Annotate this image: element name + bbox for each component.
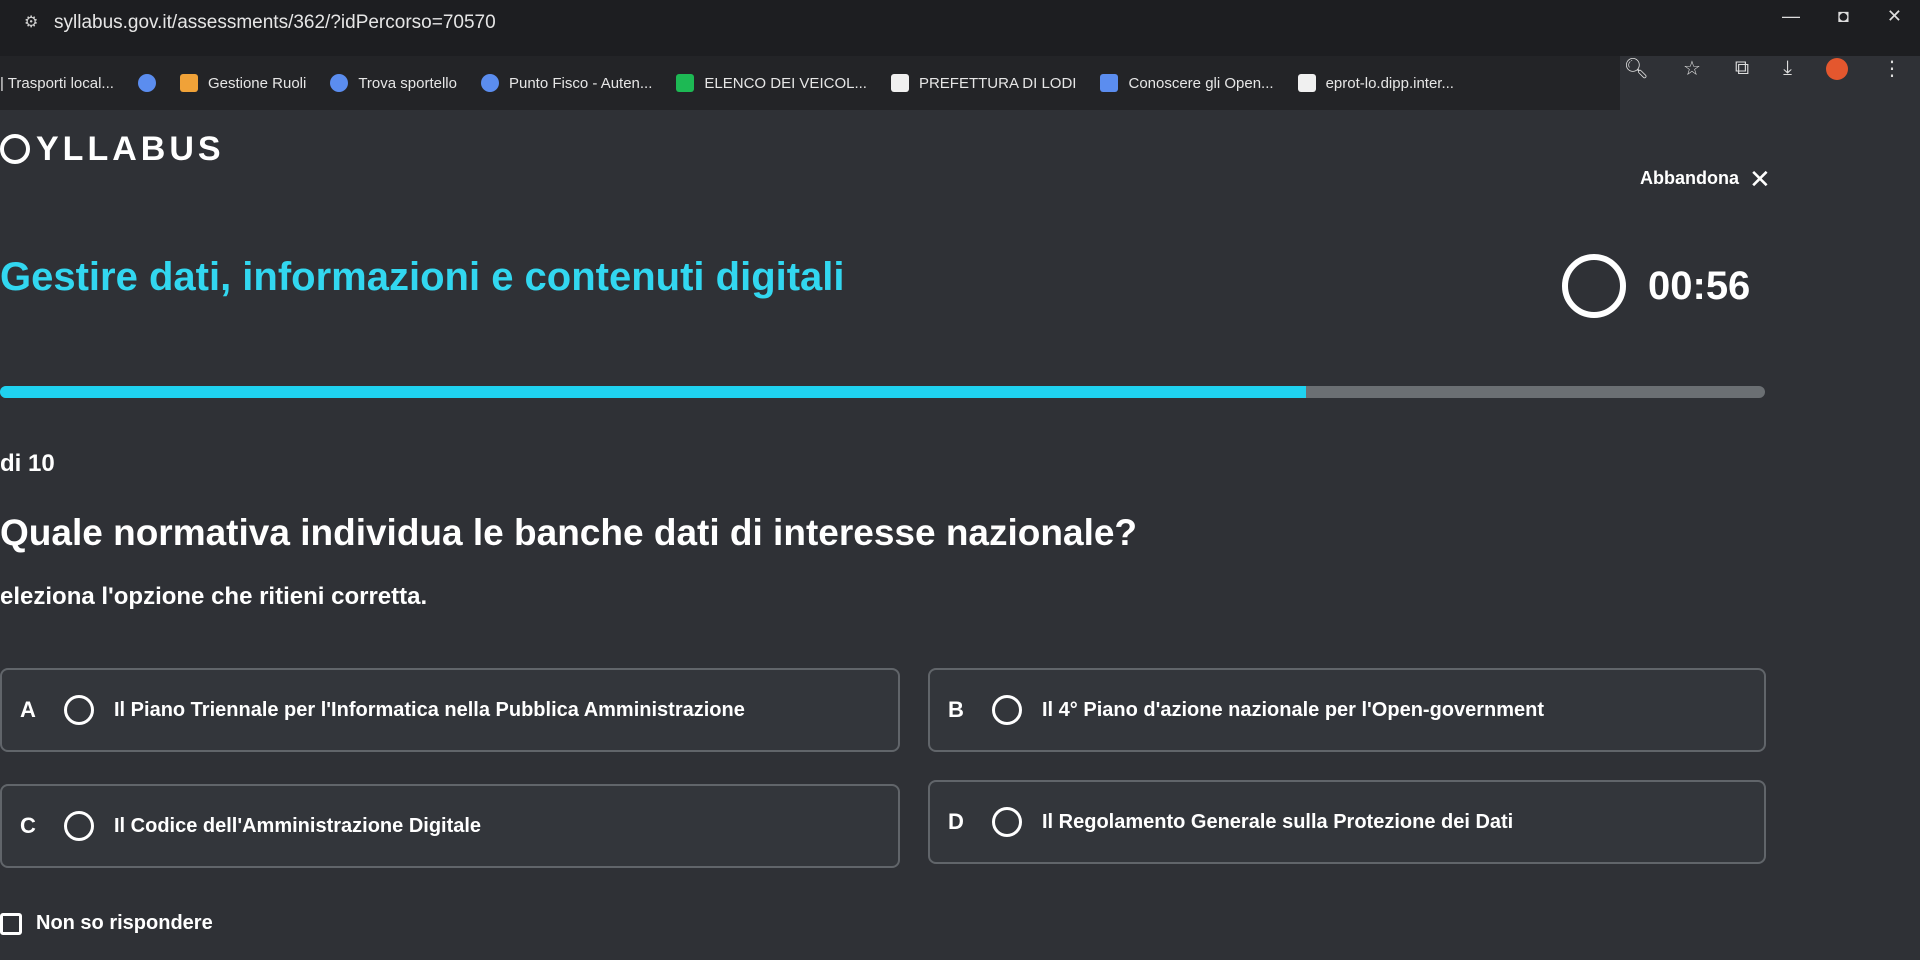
syllabus-logo: YLLABUS — [0, 130, 225, 169]
browser-menu-icon[interactable]: ⋮ — [1882, 56, 1902, 81]
zoom-icon[interactable]: 🔍︎ — [1624, 56, 1649, 81]
browser-top-bar: ⚙ syllabus.gov.it/assessments/362/?idPer… — [0, 0, 1920, 56]
radio-icon[interactable] — [992, 695, 1022, 725]
bookmark-item[interactable]: Punto Fisco - Auten... — [480, 74, 652, 92]
bookmark-item[interactable]: eprot-lo.dipp.inter... — [1297, 74, 1454, 92]
profile-avatar[interactable] — [1826, 57, 1848, 80]
option-text: Il Piano Triennale per l'Informatica nel… — [114, 698, 745, 721]
bookmark-item[interactable] — [137, 74, 156, 92]
radio-icon[interactable] — [64, 695, 94, 725]
browser-actions: 🔍︎ ☆ ⧉ ⤓ ⋮ — [1624, 56, 1902, 81]
bookmark-item[interactable]: PREFETTURA DI LODI — [890, 74, 1076, 92]
globe-icon — [480, 74, 499, 92]
extensions-icon[interactable]: ⧉ — [1735, 57, 1749, 80]
address-bar[interactable]: ⚙ syllabus.gov.it/assessments/362/?idPer… — [24, 12, 496, 34]
radio-icon[interactable] — [992, 807, 1022, 837]
close-window-icon[interactable]: ✕ — [1887, 6, 1902, 27]
question-text: Quale normativa individua le banche dati… — [0, 512, 1138, 553]
assessment-title: Gestire dati, informazioni e contenuti d… — [0, 255, 845, 299]
minimize-icon[interactable]: — — [1782, 6, 1800, 27]
bookmark-star-icon[interactable]: ☆ — [1683, 56, 1701, 81]
timer-ring-icon — [1562, 254, 1626, 318]
progress-bar — [0, 386, 1765, 398]
bookmarks-bar: | Trasporti local... Gestione Ruoli Trov… — [0, 56, 1620, 110]
app-icon — [179, 74, 198, 92]
radio-icon[interactable] — [64, 811, 94, 841]
bookmark-item[interactable]: Trova sportello — [330, 74, 457, 92]
no-answer-checkbox[interactable]: Non so rispondere — [0, 912, 213, 935]
no-answer-label: Non so rispondere — [36, 912, 213, 934]
option-letter: D — [948, 809, 964, 834]
option-letter: B — [948, 697, 964, 722]
globe-icon — [330, 74, 349, 92]
option-text: Il 4° Piano d'azione nazionale per l'Ope… — [1042, 698, 1545, 721]
window-controls: — ◘ ✕ — [1782, 6, 1902, 27]
logo-s-icon — [0, 134, 30, 164]
timer: 00:56 — [1562, 254, 1750, 318]
option-letter: A — [20, 697, 36, 722]
globe-icon — [137, 74, 156, 92]
instruction-text: eleziona l'opzione che ritieni corretta. — [0, 583, 428, 610]
option-c[interactable]: C Il Codice dell'Amministrazione Digital… — [0, 784, 900, 868]
shield-icon — [890, 74, 909, 92]
close-icon: ✕ — [1749, 163, 1771, 194]
option-text: Il Codice dell'Amministrazione Digitale — [114, 814, 482, 837]
option-letter: C — [20, 813, 36, 838]
restore-icon[interactable]: ◘ — [1838, 6, 1849, 27]
site-icon — [1297, 74, 1316, 92]
checkbox-icon[interactable] — [0, 912, 22, 935]
bookmark-item[interactable]: Conoscere gli Open... — [1100, 74, 1274, 92]
abbandona-button[interactable]: Abbandona ✕ — [1640, 163, 1771, 194]
bookmark-item[interactable]: | Trasporti local... — [0, 75, 114, 92]
bookmark-item[interactable]: Gestione Ruoli — [179, 74, 306, 92]
option-a[interactable]: A Il Piano Triennale per l'Informatica n… — [0, 668, 900, 752]
car-icon — [676, 74, 695, 92]
timer-text: 00:56 — [1648, 263, 1751, 308]
option-text: Il Regolamento Generale sulla Protezione… — [1042, 810, 1514, 833]
bookmark-item[interactable]: ELENCO DEI VEICOL... — [676, 74, 867, 92]
url-text[interactable]: syllabus.gov.it/assessments/362/?idPerco… — [54, 12, 496, 34]
option-d[interactable]: D Il Regolamento Generale sulla Protezio… — [928, 780, 1766, 864]
question-counter: di 10 — [0, 450, 55, 477]
site-settings-icon[interactable]: ⚙ — [24, 15, 40, 31]
download-icon[interactable]: ⤓ — [1783, 57, 1792, 80]
progress-fill — [0, 386, 1307, 398]
option-b[interactable]: B Il 4° Piano d'azione nazionale per l'O… — [928, 668, 1766, 752]
site-icon — [1100, 74, 1119, 92]
